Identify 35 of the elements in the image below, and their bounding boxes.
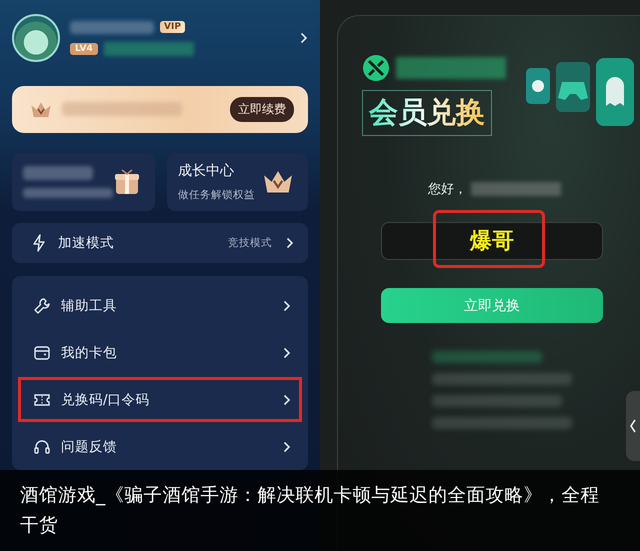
avatar[interactable]: [12, 14, 60, 62]
blurred-text: [23, 166, 93, 180]
vip-badge: VIP: [160, 21, 185, 33]
row-value: 竞技模式: [228, 236, 272, 250]
card-title: 成长中心: [178, 162, 235, 180]
logo-icon: [362, 54, 390, 82]
crown-icon: [262, 168, 294, 194]
profile-chevron-icon: [300, 32, 308, 44]
chevron-right-icon: [283, 300, 291, 312]
row-label: 加速模式: [58, 234, 114, 252]
level-badge: LV4: [70, 42, 98, 54]
page-title: 会员兑换: [362, 90, 492, 136]
menu-item[interactable]: 我的卡包: [18, 330, 302, 375]
speed-mode-row[interactable]: 加速模式 竞技模式: [12, 222, 308, 263]
chevron-right-icon: [283, 394, 291, 406]
menu-item[interactable]: 辅助工具: [18, 283, 302, 328]
wallet-icon: [33, 344, 51, 362]
menu-item[interactable]: 兑换码/口令码: [18, 377, 302, 422]
crown-icon: [30, 100, 52, 118]
wrench-icon: [33, 296, 51, 314]
growth-center-card[interactable]: 成长中心 做任务解锁权益: [167, 152, 308, 211]
menu-item[interactable]: 问题反馈: [18, 424, 302, 469]
headset-icon: [33, 438, 51, 456]
chevron-right-icon: [283, 346, 291, 358]
caption-text: 酒馆游戏_《骗子酒馆手游：解决联机卡顿与延迟的全面攻略》，全程干货: [20, 484, 600, 538]
chevron-right-icon: [286, 236, 294, 249]
side-tab[interactable]: [626, 391, 640, 461]
chevron-left-icon: [630, 419, 636, 433]
gift-card[interactable]: [12, 152, 155, 211]
greeting-text: 您好，: [428, 181, 467, 198]
chevron-right-icon: [283, 440, 291, 452]
code-input-field[interactable]: 爆哥: [381, 222, 603, 260]
card-subtitle: 做任务解锁权益: [178, 188, 255, 202]
renew-button[interactable]: 立即续费: [230, 96, 294, 122]
gift-icon: [113, 168, 141, 196]
